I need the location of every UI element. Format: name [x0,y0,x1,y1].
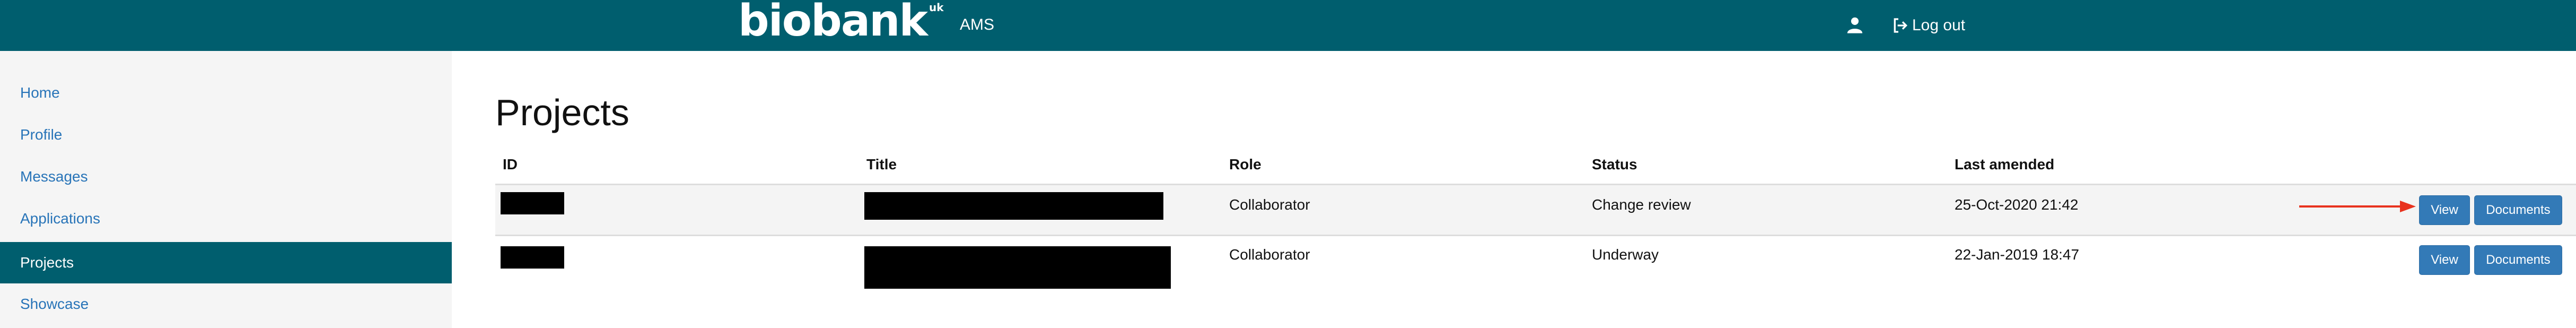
column-header-role: Role [1229,156,1261,172]
logo-superscript: uk [929,1,944,14]
sidebar-item-applications[interactable]: Applications [0,198,452,239]
sidebar-item-label: Home [20,84,60,101]
sidebar-item-home[interactable]: Home [0,72,452,114]
annotation-arrow-icon [2299,201,2416,212]
user-icon[interactable] [1845,16,1864,34]
role-cell: Collaborator [1229,246,1310,263]
column-header-title: Title [866,156,897,172]
documents-button[interactable]: Documents [2474,195,2562,225]
column-header-id: ID [503,156,518,172]
role-cell: Collaborator [1229,196,1310,213]
sidebar-nav: Home Profile Messages Applications Proje… [0,51,452,328]
sidebar-item-messages[interactable]: Messages [0,156,452,197]
sidebar-item-label: Messages [20,168,88,185]
status-cell: Change review [1592,196,1691,213]
redacted-title [864,246,1171,289]
redacted-id [501,192,564,214]
logout-label: Log out [1912,16,1966,34]
status-cell: Underway [1592,246,1659,263]
sidebar-item-profile[interactable]: Profile [0,114,452,156]
sidebar-item-projects[interactable]: Projects [0,242,452,283]
page-title: Projects [495,92,629,133]
last-amended-cell: 22-Jan-2019 18:47 [1955,246,2080,263]
biobank-logo[interactable]: biobank [738,0,928,47]
top-navbar: biobank uk AMS Log out [0,0,2576,51]
table-row [495,184,2576,236]
app-name[interactable]: AMS [960,16,994,34]
column-header-last-amended: Last amended [1955,156,2055,172]
sidebar-item-label: Profile [20,126,63,143]
sidebar-item-showcase[interactable]: Showcase [0,283,452,325]
redacted-title [864,192,1163,220]
logout-icon [1894,18,1908,33]
logout-button[interactable]: Log out [1892,15,1965,36]
sidebar-item-label: Applications [20,210,100,227]
view-button[interactable]: View [2419,195,2470,225]
sidebar-item-label: Showcase [20,296,89,312]
sidebar-item-label: Projects [20,254,74,271]
documents-button[interactable]: Documents [2474,245,2562,275]
table-row [495,235,2576,295]
redacted-id [501,246,564,269]
column-header-status: Status [1592,156,1637,172]
view-button[interactable]: View [2419,245,2470,275]
last-amended-cell: 25-Oct-2020 21:42 [1955,196,2079,213]
